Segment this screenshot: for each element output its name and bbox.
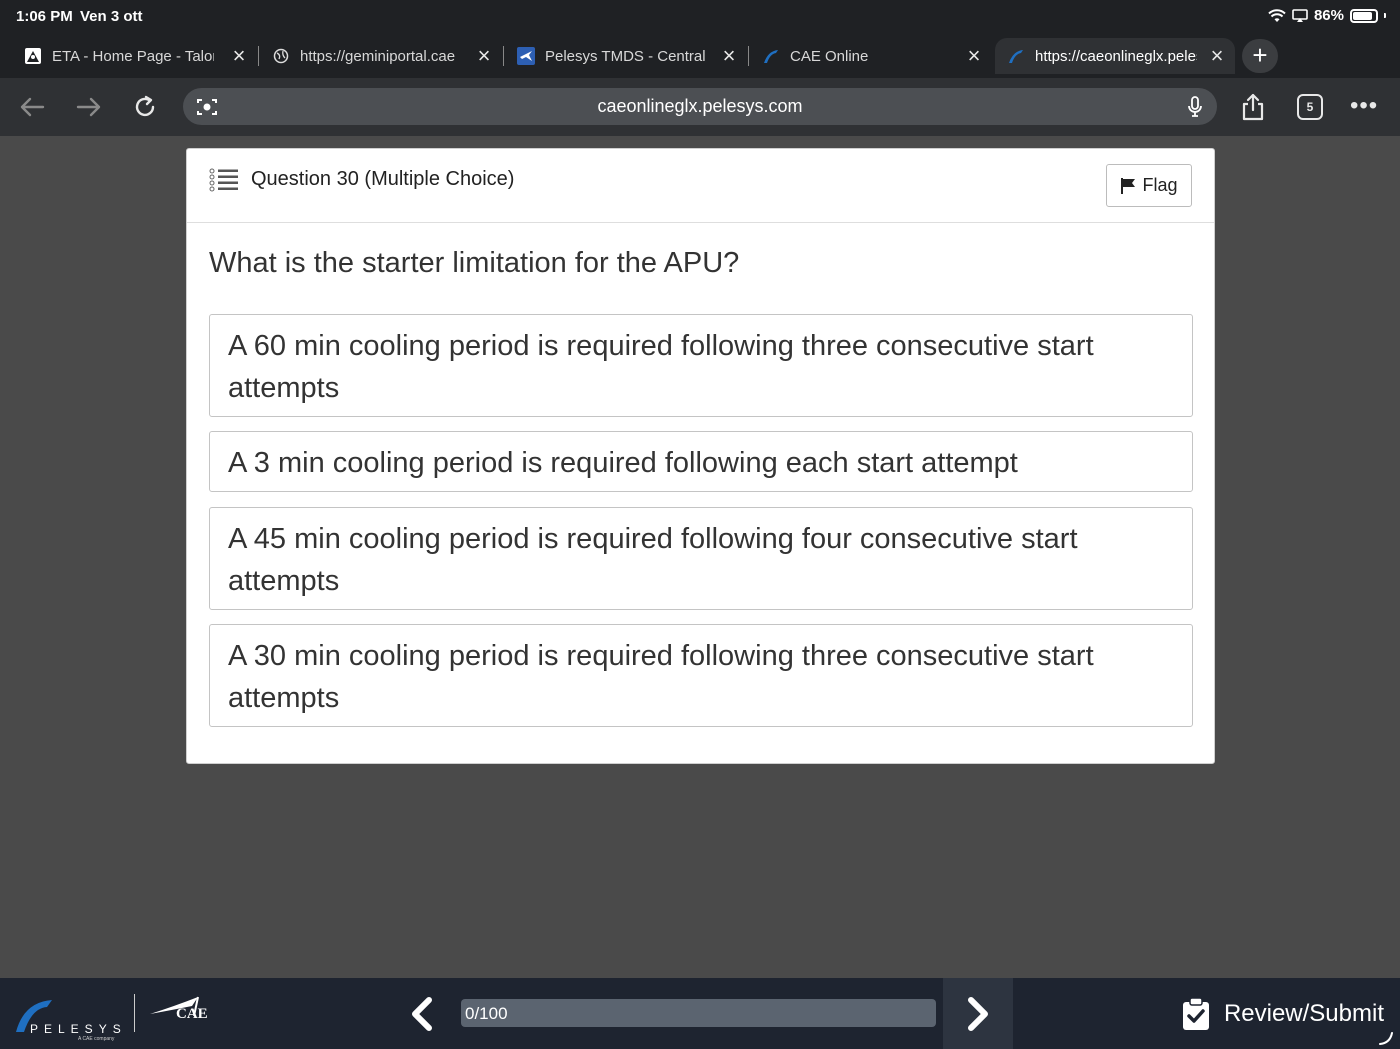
address-bar[interactable]: caeonlineglx.pelesys.com — [183, 88, 1217, 125]
review-submit-button[interactable]: Review/Submit — [1182, 992, 1384, 1036]
tab-cae-online[interactable]: CAE Online × — [750, 38, 992, 74]
battery-percent: 86% — [1313, 7, 1344, 24]
progress-text: 0/100 — [465, 1004, 508, 1023]
pelesys-favicon-icon — [1007, 47, 1025, 65]
cae-wordmark: CAE — [176, 1006, 208, 1022]
status-time: 1:06 PM — [16, 8, 73, 25]
tab-title: ETA - Home Page - Talon — [52, 47, 214, 65]
progress-bar: 0/100 — [461, 999, 936, 1027]
answer-option[interactable]: A 45 min cooling period is required foll… — [209, 507, 1193, 610]
reload-button[interactable] — [128, 90, 162, 124]
tab-title: CAE Online — [790, 47, 869, 65]
close-icon[interactable]: × — [719, 45, 739, 67]
answer-option[interactable]: A 30 min cooling period is required foll… — [209, 624, 1193, 727]
tab-geminiportal[interactable]: https://geminiportal.cae × — [260, 38, 502, 74]
flag-label: Flag — [1142, 175, 1178, 195]
browser-toolbar: caeonlineglx.pelesys.com 5 ••• — [0, 78, 1400, 136]
pelesys-wordmark: PELESYS — [30, 1022, 127, 1036]
wifi-icon — [1268, 8, 1286, 22]
globe-icon — [272, 47, 290, 65]
question-card: Question 30 (Multiple Choice) Flag What … — [186, 148, 1215, 764]
tab-title: https://caeonlineglx.pelesys — [1035, 47, 1197, 65]
tab-pelesys-tmds[interactable]: Pelesys TMDS - Central × — [505, 38, 747, 74]
exam-footer: PELESYS A CAE company CAE 0/100 Review/S… — [0, 978, 1400, 1049]
tab-title: Pelesys TMDS - Central — [545, 47, 706, 65]
answer-text: A 30 min cooling period is required foll… — [228, 640, 1094, 714]
reload-icon — [135, 95, 155, 117]
question-header: Question 30 (Multiple Choice) Flag — [187, 149, 1214, 223]
previous-question-button[interactable] — [400, 992, 444, 1036]
battery-icon — [1350, 8, 1378, 23]
close-icon[interactable]: × — [964, 45, 984, 67]
share-icon — [1242, 93, 1264, 121]
microphone-icon[interactable] — [1185, 95, 1205, 119]
pelesys-favicon-icon — [762, 47, 780, 65]
close-icon[interactable]: × — [229, 45, 249, 67]
answer-option[interactable]: A 60 min cooling period is required foll… — [209, 314, 1193, 417]
share-button[interactable] — [1236, 90, 1270, 124]
flag-button[interactable]: Flag — [1106, 164, 1192, 207]
next-question-button[interactable] — [943, 978, 1013, 1049]
review-submit-label: Review/Submit — [1223, 1000, 1384, 1027]
pelesys-logo: PELESYS A CAE company — [12, 992, 127, 1042]
eta-favicon-icon — [24, 47, 42, 65]
tab-overview-button[interactable]: 5 — [1297, 94, 1323, 120]
question-text: What is the starter limitation for the A… — [209, 247, 740, 279]
close-icon[interactable]: × — [474, 45, 494, 67]
answer-text: A 3 min cooling period is required follo… — [228, 447, 1018, 479]
resize-handle-icon — [1379, 1032, 1393, 1045]
flag-icon — [1121, 177, 1136, 194]
answer-text: A 45 min cooling period is required foll… — [228, 523, 1078, 597]
screen-mirroring-icon — [1292, 8, 1308, 22]
status-date: Ven 3 ott — [80, 8, 143, 25]
question-list-icon[interactable] — [209, 167, 239, 193]
arrow-right-icon — [76, 97, 101, 117]
chevron-left-icon — [412, 997, 432, 1031]
logo-divider — [134, 994, 135, 1032]
chevron-right-icon — [968, 996, 988, 1031]
more-options-icon[interactable]: ••• — [1350, 92, 1378, 120]
close-icon[interactable]: × — [1207, 45, 1227, 67]
tab-bar: ETA - Home Page - Talon × https://gemini… — [0, 34, 1400, 78]
tab-title: https://geminiportal.cae — [300, 47, 456, 65]
pelesys-subtitle: A CAE company — [78, 1036, 115, 1042]
answer-text: A 60 min cooling period is required foll… — [228, 330, 1094, 404]
new-tab-button[interactable]: + — [1242, 39, 1278, 73]
answer-option[interactable]: A 3 min cooling period is required follo… — [209, 431, 1193, 492]
tab-eta-home[interactable]: ETA - Home Page - Talon × — [12, 38, 257, 74]
airplane-favicon-icon — [517, 47, 535, 65]
clipboard-check-icon — [1182, 997, 1209, 1030]
back-button[interactable] — [15, 90, 49, 124]
status-indicators: 86% — [1268, 7, 1386, 24]
arrow-left-icon — [20, 97, 45, 117]
tab-caeonlineglx[interactable]: https://caeonlineglx.pelesys × — [995, 38, 1235, 74]
question-number-label: Question 30 (Multiple Choice) — [251, 168, 515, 190]
status-bar: 1:06 PM Ven 3 ott 86% — [0, 0, 1400, 34]
forward-button[interactable] — [72, 90, 106, 124]
url-text: caeonlineglx.pelesys.com — [597, 96, 803, 116]
